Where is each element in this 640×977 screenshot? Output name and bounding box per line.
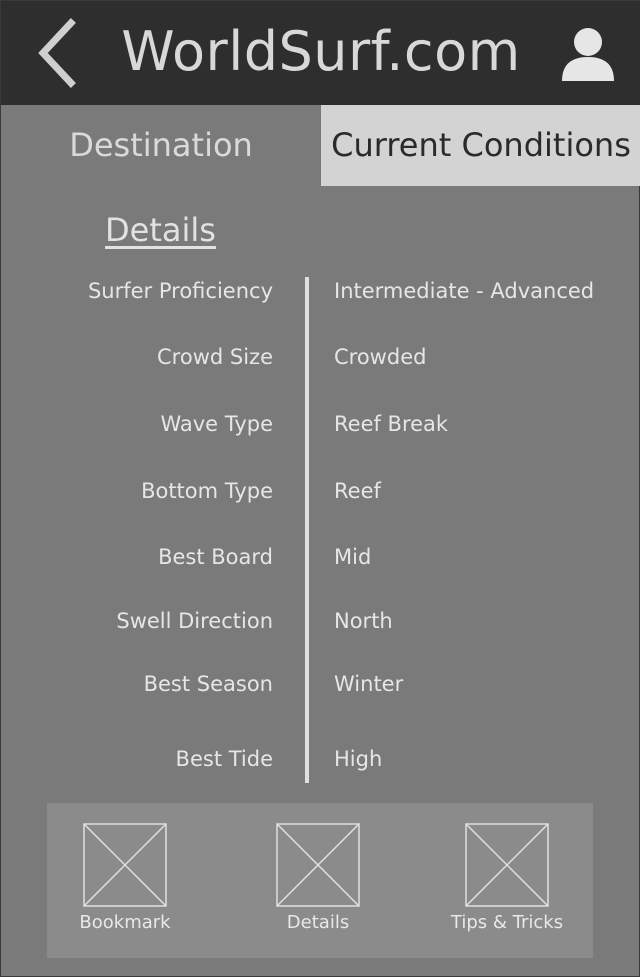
detail-label: Best Tide — [175, 747, 273, 771]
app-title: WorldSurf.com — [121, 20, 521, 83]
bottom-navigation: Bookmark Details Tips & Tricks — [47, 803, 593, 958]
detail-value: Intermediate - Advanced — [334, 279, 595, 303]
detail-value: Mid — [334, 545, 372, 569]
app-header: WorldSurf.com — [1, 1, 640, 105]
detail-label: Swell Direction — [116, 609, 273, 633]
detail-label: Wave Type — [160, 412, 273, 436]
detail-value: Crowded — [334, 345, 427, 369]
image-placeholder-icon — [276, 823, 360, 907]
detail-value: Reef Break — [334, 412, 449, 436]
nav-label: Bookmark — [79, 912, 171, 933]
nav-details-button[interactable]: Details — [240, 803, 396, 958]
image-placeholder-icon — [465, 823, 549, 907]
detail-label: Bottom Type — [141, 479, 273, 503]
user-profile-button[interactable] — [559, 25, 617, 83]
detail-label: Surfer Proficiency — [87, 279, 273, 303]
nav-label: Details — [286, 912, 350, 933]
details-heading: Details — [105, 211, 216, 249]
detail-label: Best Board — [158, 545, 273, 569]
detail-value: Reef — [334, 479, 381, 503]
image-placeholder-icon — [83, 823, 167, 907]
app-frame: WorldSurf.com Destination Current Condit… — [0, 0, 640, 977]
tab-destination[interactable]: Destination — [1, 105, 321, 186]
tab-current-conditions[interactable]: Current Conditions — [321, 105, 640, 186]
nav-tips-tricks-button[interactable]: Tips & Tricks — [429, 803, 585, 958]
nav-bookmark-button[interactable]: Bookmark — [47, 803, 203, 958]
nav-label: Tips & Tricks — [450, 912, 564, 933]
column-divider — [305, 277, 309, 783]
detail-value: Winter — [334, 672, 404, 696]
detail-value: High — [334, 747, 383, 771]
detail-label: Best Season — [143, 672, 273, 696]
detail-value: North — [334, 609, 393, 633]
detail-label: Crowd Size — [157, 345, 273, 369]
user-icon — [562, 28, 614, 81]
